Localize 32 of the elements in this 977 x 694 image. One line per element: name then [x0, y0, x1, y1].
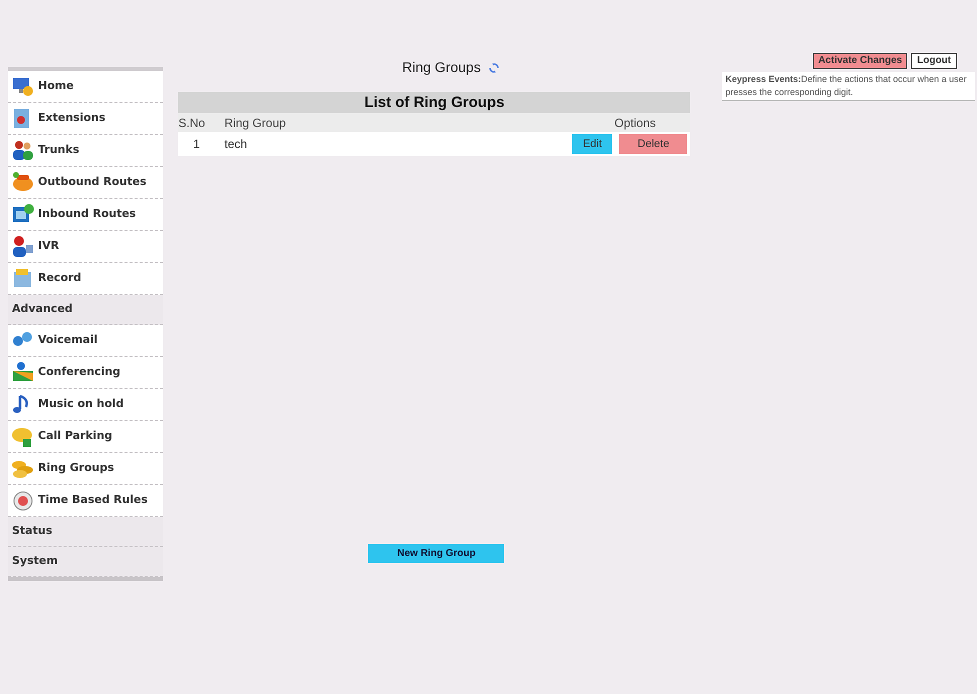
- logout-button[interactable]: Logout: [911, 53, 957, 69]
- sidebar-section[interactable]: System: [8, 547, 164, 577]
- table-title: List of Ring Groups: [178, 92, 690, 113]
- delete-button[interactable]: Delete: [619, 134, 688, 154]
- sidebar-item[interactable]: Ring Groups: [8, 453, 164, 485]
- refresh-icon[interactable]: [488, 62, 499, 72]
- activate-changes-button[interactable]: Activate Changes: [813, 53, 908, 69]
- sidebar-item[interactable]: Time Based Rules: [8, 485, 164, 517]
- column-header: Ring Group: [224, 114, 287, 132]
- page-title: Ring Groups: [402, 58, 481, 77]
- edit-button[interactable]: Edit: [572, 134, 612, 154]
- column-header: Options: [614, 114, 657, 132]
- sidebar-item[interactable]: Call Parking: [8, 421, 164, 453]
- sidebar-item[interactable]: Conferencing: [8, 357, 164, 389]
- help-text: Keypress Events:Define the actions that occur when a user presses the corresponding digit.: [722, 72, 975, 101]
- sidebar-item[interactable]: Outbound Routes: [8, 167, 164, 199]
- table-cell-text: tech: [224, 136, 248, 153]
- clock-icon: [11, 488, 35, 512]
- sidebar-section[interactable]: Status: [8, 517, 164, 547]
- sidebar-item[interactable]: Trunks: [8, 135, 164, 167]
- sidebar-item[interactable]: Home: [8, 71, 164, 103]
- sidebar-item[interactable]: Music on hold: [8, 389, 164, 421]
- sidebar-item[interactable]: IVR: [8, 231, 164, 263]
- sidebar-item[interactable]: Record: [8, 263, 164, 295]
- sidebar-section[interactable]: Advanced: [8, 295, 164, 325]
- column-header: S.No: [178, 114, 206, 132]
- person-icon: [11, 234, 35, 258]
- sidebar-item[interactable]: Extensions: [8, 103, 164, 135]
- sidebar-item[interactable]: Voicemail: [8, 325, 164, 357]
- sidebar-item[interactable]: Inbound Routes: [8, 199, 164, 231]
- table-cell-text: 1: [192, 136, 201, 153]
- new-ring-group-button[interactable]: New Ring Group: [368, 544, 504, 563]
